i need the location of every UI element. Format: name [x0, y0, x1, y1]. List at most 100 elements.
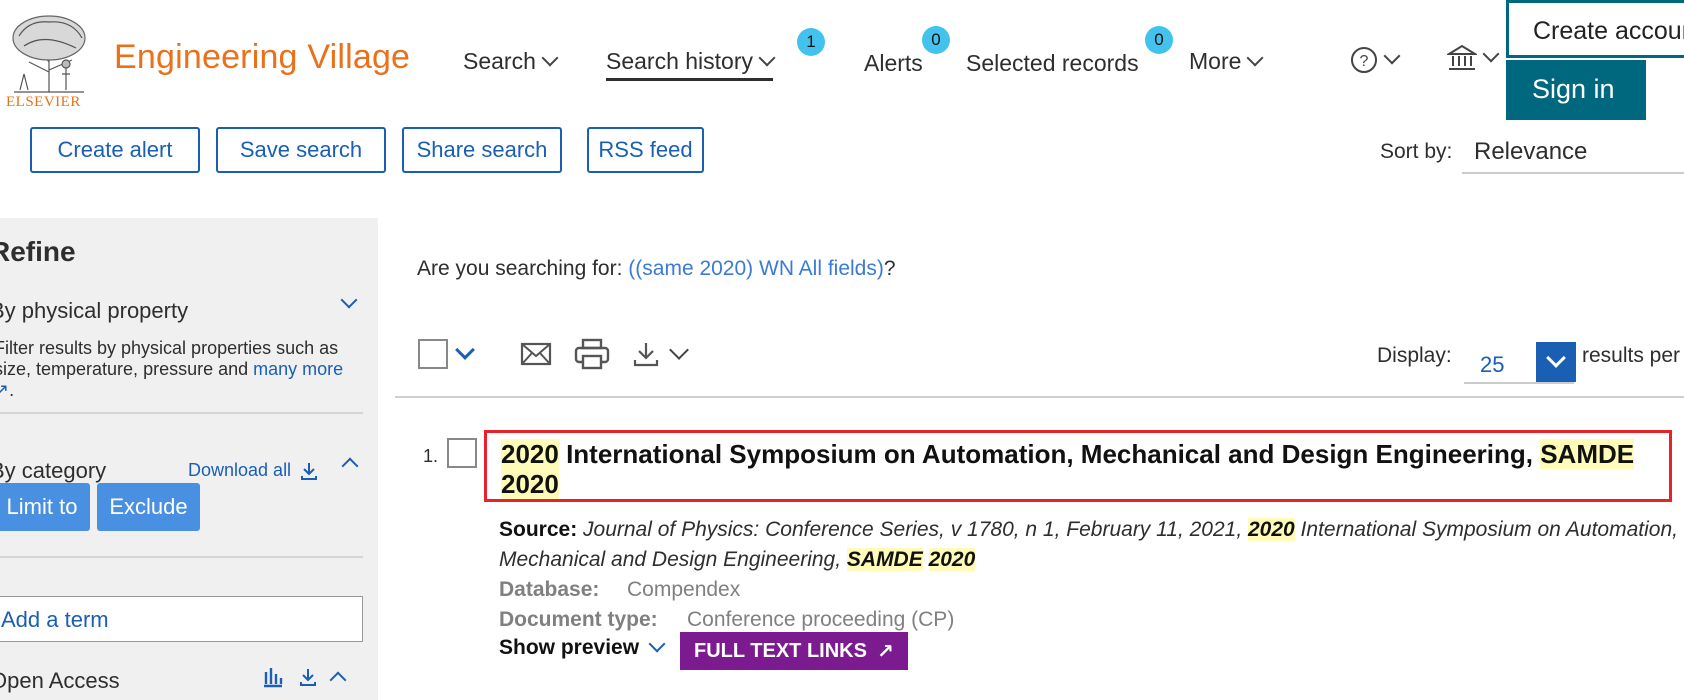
chevron-down-icon [541, 49, 559, 66]
source-highlight: SAMDE [846, 548, 923, 571]
document-type-row: Document type: Conference proceeding (CP… [499, 608, 954, 632]
exclude-button[interactable]: Exclude [97, 483, 200, 531]
sign-in-button[interactable]: Sign in [1506, 60, 1646, 120]
nav-alerts-label: Alerts [864, 50, 923, 76]
nav-search-history-label: Search history [606, 48, 754, 74]
facet-physical-property-title[interactable]: By physical property [0, 298, 188, 324]
download-icon [301, 462, 318, 480]
email-button[interactable] [520, 342, 552, 366]
chevron-down-icon [648, 635, 666, 653]
elsevier-tree-icon [4, 12, 94, 94]
create-account-button[interactable]: Create account [1506, 0, 1684, 58]
rss-feed-button[interactable]: RSS feed [587, 127, 704, 173]
title-highlight: SAMDE [1540, 439, 1635, 469]
facet-divider [0, 412, 363, 414]
share-search-button[interactable]: Share search [402, 127, 562, 173]
sort-label: Sort by: [1380, 140, 1453, 163]
show-preview-label: Show preview [499, 636, 640, 659]
create-alert-button[interactable]: Create alert [30, 127, 200, 173]
brand-title[interactable]: Engineering Village [114, 38, 410, 77]
database-label: Database: [499, 578, 600, 601]
bar-chart-icon[interactable] [262, 666, 284, 688]
result-number: 1. [423, 446, 439, 466]
sort-select[interactable]: Relevance [1462, 126, 1684, 174]
result-source: Source: Journal of Physics: Conference S… [499, 515, 1679, 575]
chevron-down-icon [1482, 45, 1500, 63]
nav-search-history[interactable]: Search history [606, 48, 776, 81]
selected-records-count-badge: 0 [1145, 26, 1173, 54]
facet-divider [0, 556, 363, 558]
download-menu[interactable] [632, 340, 689, 367]
chevron-up-icon[interactable] [341, 457, 359, 475]
facet-category-title[interactable]: By category [0, 458, 106, 484]
institution-icon [1447, 44, 1477, 70]
database-value: Compendex [627, 578, 741, 601]
suggestion-prefix: Are you searching for: [417, 257, 629, 280]
add-term-input[interactable]: Add a term [0, 596, 363, 642]
save-search-button[interactable]: Save search [216, 127, 386, 173]
print-icon [574, 338, 610, 370]
many-more-link[interactable]: many more [253, 359, 343, 379]
display-label: Display: [1377, 344, 1452, 367]
help-menu[interactable]: ? [1350, 46, 1401, 74]
nav-search-label: Search [463, 48, 536, 74]
nav-more-label: More [1189, 48, 1242, 74]
chevron-down-icon [455, 340, 475, 360]
chevron-down-icon [1546, 348, 1566, 368]
chevron-down-icon [1383, 47, 1401, 65]
print-button[interactable] [574, 338, 610, 370]
results-action-bar [418, 338, 689, 370]
alerts-count-badge: 0 [922, 26, 950, 54]
result-checkbox[interactable] [447, 438, 477, 468]
select-options-dropdown[interactable] [455, 340, 475, 360]
source-text: Journal of Physics: Conference Series, v… [577, 518, 1248, 541]
full-text-links-button[interactable]: FULL TEXT LINKS ↗ [680, 632, 908, 670]
chevron-down-icon [758, 49, 776, 66]
download-icon[interactable] [298, 667, 318, 687]
facet-desc-line1: Filter results by physical properties su… [0, 338, 339, 358]
chevron-up-icon[interactable] [329, 671, 347, 689]
external-link-icon: ↗ [876, 640, 894, 663]
chevron-down-icon [1246, 49, 1264, 66]
nav-alerts[interactable]: Alerts [864, 50, 923, 77]
refine-heading: Refine [0, 236, 76, 267]
facet-desc-tail: . [9, 380, 15, 400]
show-preview-toggle[interactable]: Show preview [499, 635, 666, 660]
title-highlight: 2020 [501, 439, 559, 469]
download-all-link[interactable]: Download all [188, 460, 319, 481]
database-row: Database: Compendex [499, 578, 740, 602]
chevron-down-icon[interactable] [340, 291, 358, 309]
chevron-down-icon [669, 340, 689, 360]
external-link-icon[interactable]: ↗ [0, 380, 9, 400]
result-checkbox-wrap [447, 438, 477, 473]
result-title-link[interactable]: 2020 International Symposium on Automati… [484, 430, 1672, 502]
suggestion-link[interactable]: ((same 2020) WN All fields) [628, 257, 884, 280]
source-highlight: 2020 [1248, 518, 1295, 541]
refine-sidebar: Refine By physical property Filter resul… [0, 218, 378, 700]
email-icon [520, 342, 552, 366]
facet-open-access-title[interactable]: Open Access [0, 668, 120, 694]
search-suggestion: Are you searching for: ((same 2020) WN A… [417, 257, 896, 281]
institution-menu[interactable] [1447, 44, 1500, 72]
help-icon: ? [1351, 47, 1377, 73]
limit-to-button[interactable]: Limit to [0, 483, 90, 531]
download-all-label: Download all [188, 460, 292, 480]
title-highlight: 2020 [501, 469, 559, 499]
nav-more[interactable]: More [1189, 48, 1264, 75]
nav-selected-records[interactable]: Selected records [966, 50, 1139, 77]
results-per-page-dropdown[interactable] [1536, 342, 1576, 382]
full-text-links-label: FULL TEXT LINKS [694, 639, 867, 662]
title-text: International Symposium on Automation, M… [558, 439, 1541, 469]
select-all-checkbox[interactable] [418, 339, 448, 369]
per-page-label: results per page [1582, 344, 1684, 367]
results-divider [395, 396, 1684, 398]
elsevier-wordmark: ELSEVIER [6, 94, 81, 110]
nav-selected-records-label: Selected records [966, 50, 1139, 76]
svg-text:?: ? [1360, 53, 1369, 70]
elsevier-logo[interactable]: ELSEVIER [0, 8, 96, 110]
download-icon [633, 343, 659, 367]
source-label: Source: [499, 518, 578, 541]
source-highlight: 2020 [928, 548, 976, 571]
open-access-actions [262, 666, 347, 689]
nav-search[interactable]: Search [463, 48, 559, 75]
